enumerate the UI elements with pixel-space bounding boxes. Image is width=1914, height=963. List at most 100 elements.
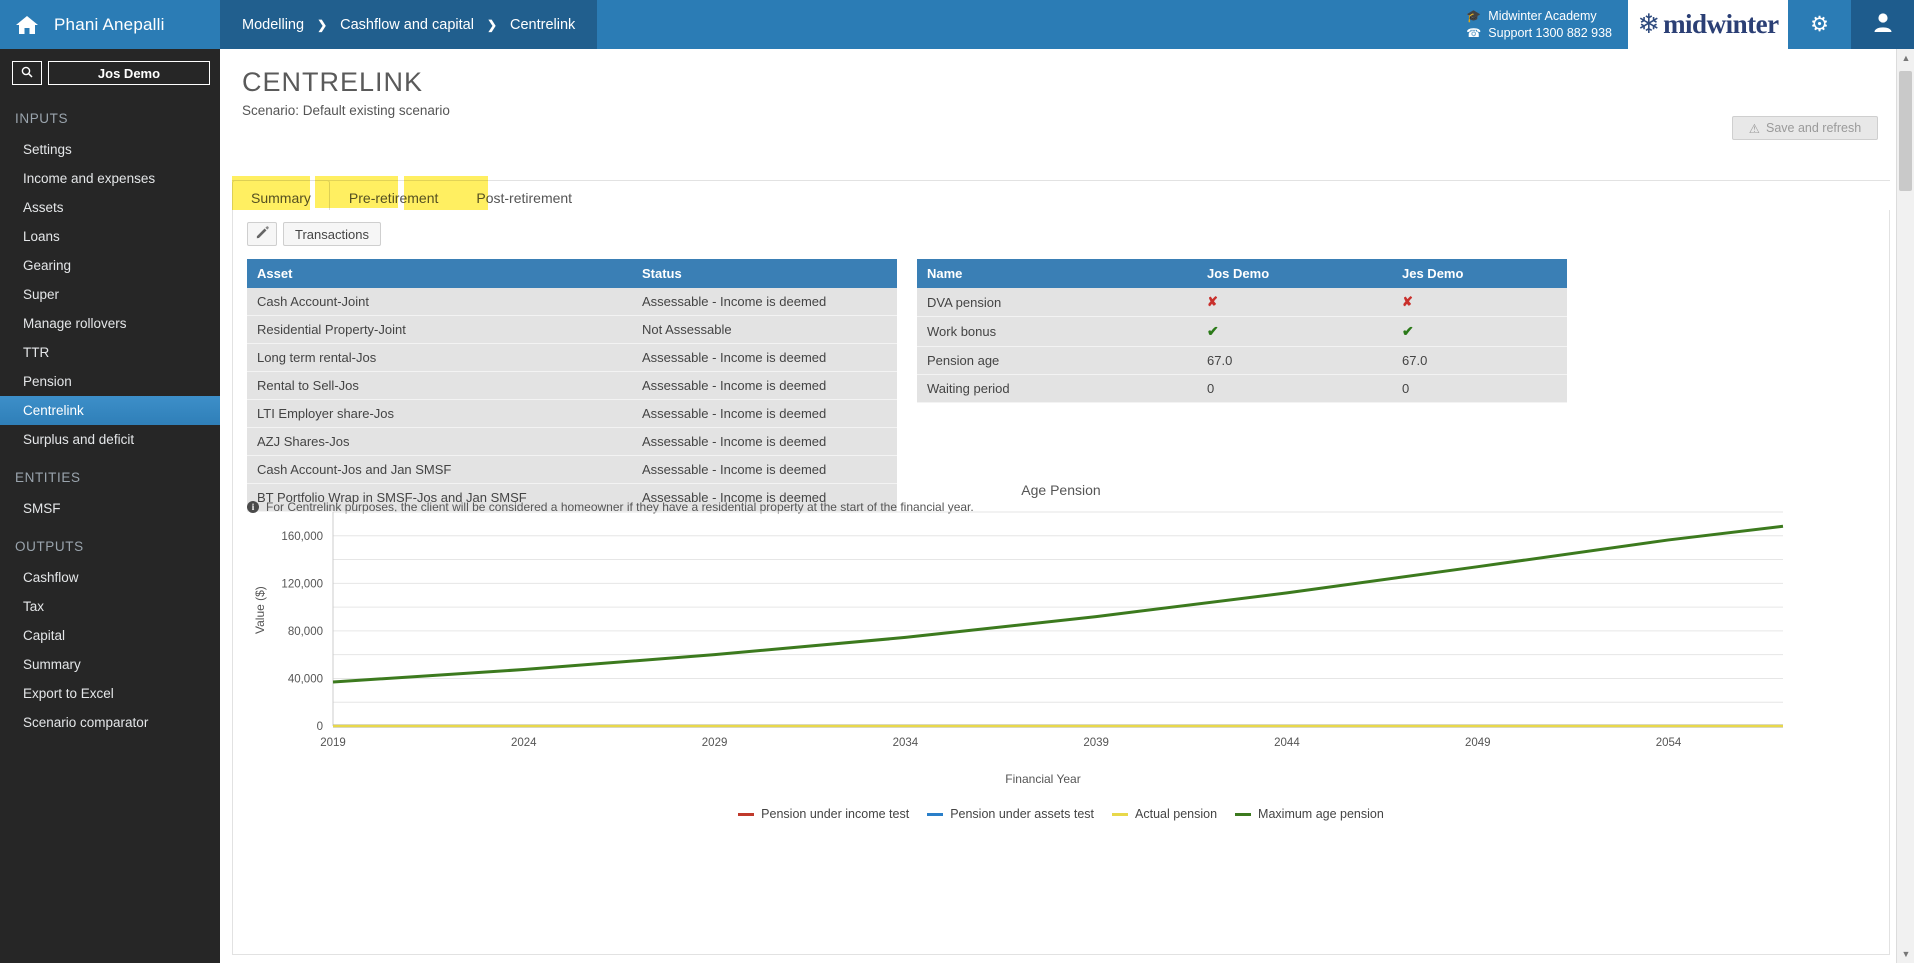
column-header-jos-demo[interactable]: Jos Demo — [1197, 259, 1392, 288]
breadcrumb-item-0[interactable]: Modelling — [242, 17, 304, 33]
age-pension-chart: Age Pension Value ($) 0 40,000 80,000 120,0… — [233, 482, 1889, 842]
table-row[interactable]: Residential Property-Joint Not Assessable — [247, 315, 897, 344]
table-row[interactable]: AZJ Shares-Jos Assessable - Income is dee… — [247, 427, 897, 456]
column-header-name[interactable]: Name — [917, 259, 1197, 288]
check-icon: ✔ — [1402, 323, 1414, 339]
sidebar-item-export-to-excel[interactable]: Export to Excel — [0, 679, 220, 708]
column-header-status[interactable]: Status — [632, 259, 897, 288]
client-selector[interactable]: Jos Demo — [48, 61, 210, 85]
breadcrumb-item-2[interactable]: Centrelink — [510, 17, 575, 33]
cell-name: Work bonus — [917, 316, 1197, 347]
sidebar-item-surplus-and-deficit[interactable]: Surplus and deficit — [0, 425, 220, 454]
svg-text:2044: 2044 — [1274, 737, 1300, 749]
scrollbar-thumb[interactable] — [1899, 71, 1912, 191]
logo-text: midwinter — [1663, 9, 1779, 39]
legend-item-3[interactable]: Maximum age pension — [1235, 807, 1384, 821]
cell-jes: ✔ — [1392, 316, 1567, 347]
sidebar-item-ttr[interactable]: TTR — [0, 338, 220, 367]
main-content: CENTRELINK Scenario: Default existing sc… — [220, 49, 1902, 963]
sidebar-item-pension[interactable]: Pension — [0, 367, 220, 396]
cell-name: Pension age — [917, 346, 1197, 375]
legend-item-0[interactable]: Pension under income test — [738, 807, 909, 821]
cell-status: Assessable - Income is deemed — [632, 288, 897, 316]
table-row[interactable]: Pension age 67.0 67.0 — [917, 346, 1567, 375]
cell-status: Assessable - Income is deemed — [632, 399, 897, 428]
edit-button[interactable] — [247, 222, 277, 246]
midwinter-logo: ❄ midwinter — [1628, 0, 1788, 49]
table-row[interactable]: LTI Employer share-Jos Assessable - Incom… — [247, 399, 897, 428]
user-home-block[interactable]: Phani Anepalli — [0, 0, 220, 49]
cell-jos: 0 — [1197, 374, 1392, 403]
chevron-up-icon[interactable]: ▲ — [1897, 49, 1914, 67]
search-button[interactable] — [12, 61, 42, 85]
sidebar-item-gearing[interactable]: Gearing — [0, 251, 220, 280]
legend-item-1[interactable]: Pension under assets test — [927, 807, 1094, 821]
chevron-down-icon[interactable]: ▼ — [1897, 945, 1914, 963]
table-row[interactable]: Work bonus ✔ ✔ — [917, 316, 1567, 347]
highlight-tab-pre-retirement — [315, 176, 398, 208]
legend-swatch — [1235, 812, 1252, 816]
sidebar-item-tax[interactable]: Tax — [0, 592, 220, 621]
sidebar-item-super[interactable]: Super — [0, 280, 220, 309]
svg-text:2034: 2034 — [893, 737, 919, 749]
cell-asset: Rental to Sell-Jos — [247, 371, 632, 400]
chart-svg: 0 40,000 80,000 120,000 160,000 2019 2024 2029 2… — [281, 511, 1784, 749]
table-row[interactable]: Cash Account-Joint Assessable - Income is… — [247, 288, 897, 316]
sidebar-item-scenario-comparator[interactable]: Scenario comparator — [0, 708, 220, 737]
chevron-right-icon: ❯ — [317, 17, 328, 32]
search-icon — [21, 66, 33, 81]
settings-button[interactable]: ⚙ — [1788, 0, 1851, 49]
pencil-icon — [256, 226, 269, 242]
account-button[interactable] — [1851, 0, 1914, 49]
legend-item-2[interactable]: Actual pension — [1112, 807, 1217, 821]
save-and-refresh-button[interactable]: ⚠ Save and refresh — [1732, 116, 1878, 140]
table-row[interactable]: DVA pension ✘ ✘ — [917, 288, 1567, 317]
svg-text:2024: 2024 — [511, 737, 537, 749]
home-icon[interactable] — [14, 14, 40, 36]
support-line: ☎ Support 1300 882 938 — [1466, 25, 1612, 42]
academy-link[interactable]: 🎓 Midwinter Academy — [1466, 8, 1612, 25]
cell-status: Assessable - Income is deemed — [632, 455, 897, 484]
legend-swatch — [738, 812, 755, 816]
breadcrumb-item-1[interactable]: Cashflow and capital — [340, 17, 474, 33]
legend-label: Pension under assets test — [950, 807, 1095, 821]
legend-label: Actual pension — [1135, 807, 1218, 821]
check-icon: ✔ — [1207, 323, 1219, 339]
sidebar-item-assets[interactable]: Assets — [0, 193, 220, 222]
sidebar-item-loans[interactable]: Loans — [0, 222, 220, 251]
sidebar-item-centrelink[interactable]: Centrelink — [0, 396, 220, 425]
cell-jes: ✘ — [1392, 288, 1567, 317]
sidebar-group-title: INPUTS — [15, 111, 69, 126]
table-header-row: Name Jos Demo Jes Demo — [917, 259, 1567, 288]
svg-text:2039: 2039 — [1083, 737, 1109, 749]
cell-asset: Cash Account-Jos and Jan SMSF — [247, 455, 632, 484]
table-row[interactable]: Waiting period 0 0 — [917, 374, 1567, 403]
page-scrollbar[interactable]: ▲ ▼ — [1896, 49, 1914, 963]
table-row[interactable]: Rental to Sell-Jos Assessable - Income is… — [247, 371, 897, 400]
warning-icon: ⚠ — [1748, 121, 1760, 136]
sidebar-item-settings[interactable]: Settings — [0, 135, 220, 164]
sidebar-group-outputs: OUTPUTS Cashflow Tax Capital Summary Exp… — [0, 523, 220, 737]
sidebar-item-smsf[interactable]: SMSF — [0, 494, 220, 523]
sidebar-item-cashflow[interactable]: Cashflow — [0, 563, 220, 592]
chart-y-axis-label: Value ($) — [253, 586, 267, 634]
table-row[interactable]: Cash Account-Jos and Jan SMSF Assessable … — [247, 455, 897, 484]
sidebar-item-capital[interactable]: Capital — [0, 621, 220, 650]
cell-asset: Residential Property-Joint — [247, 315, 632, 344]
sidebar-item-summary[interactable]: Summary — [0, 650, 220, 679]
table-row[interactable]: Long term rental-Jos Assessable - Income … — [247, 343, 897, 372]
transactions-button[interactable]: Transactions — [283, 222, 381, 246]
cell-asset: Long term rental-Jos — [247, 343, 632, 372]
chart-x-axis-label: Financial Year — [1005, 772, 1081, 786]
sidebar-item-income-and-expenses[interactable]: Income and expenses — [0, 164, 220, 193]
sidebar-search-row: Jos Demo — [0, 49, 220, 95]
chart-legend: Pension under income test Pension under … — [233, 807, 1889, 821]
sidebar: Jos Demo INPUTS Settings Income and expe… — [0, 49, 220, 963]
cell-asset: LTI Employer share-Jos — [247, 399, 632, 428]
column-header-jes-demo[interactable]: Jes Demo — [1392, 259, 1567, 288]
column-header-asset[interactable]: Asset — [247, 259, 632, 288]
sidebar-item-manage-rollovers[interactable]: Manage rollovers — [0, 309, 220, 338]
sidebar-group-title: ENTITIES — [15, 470, 81, 485]
chart-plot-area: Value ($) 0 40,000 80,000 120,000 160,000 201… — [233, 504, 1889, 804]
cell-asset: Cash Account-Joint — [247, 288, 632, 316]
